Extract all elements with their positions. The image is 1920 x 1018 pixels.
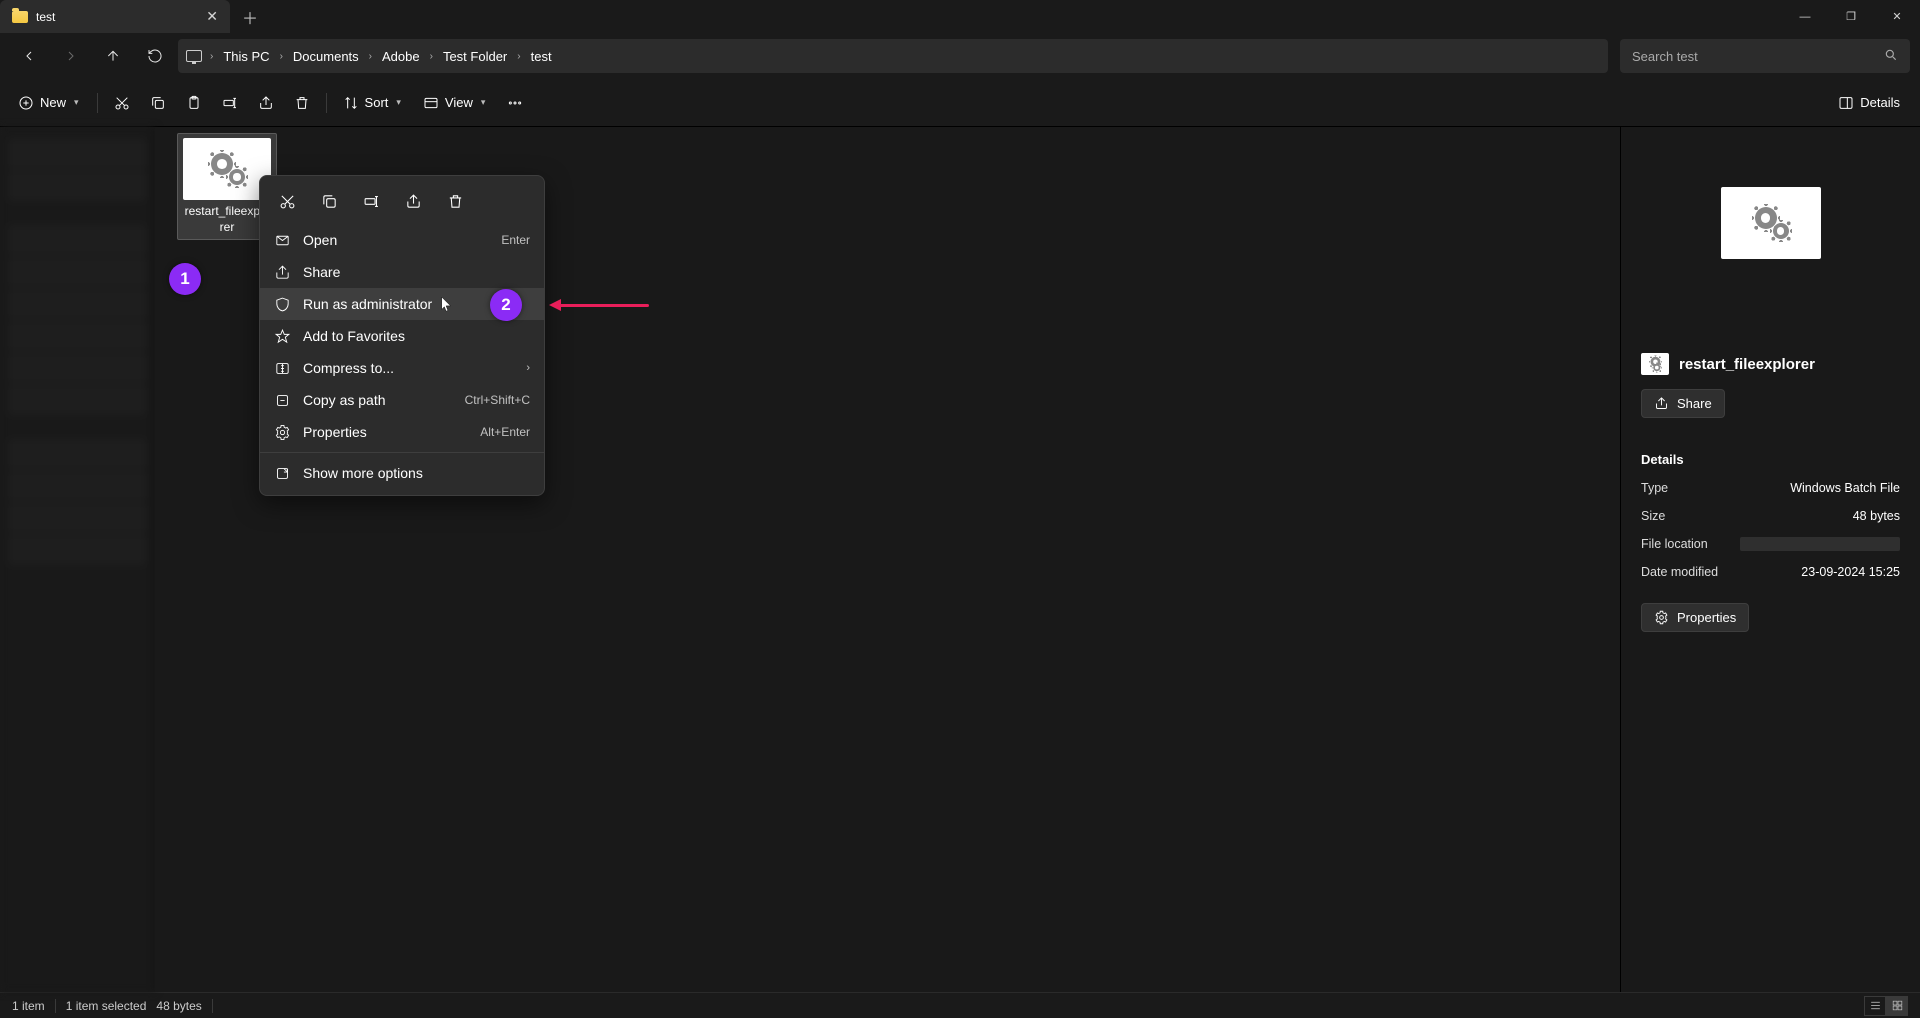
- details-toggle-button[interactable]: Details: [1830, 86, 1910, 120]
- details-preview-thumbnail: [1721, 187, 1821, 259]
- title-bar: test ✕ ＋ — ❐ ✕: [0, 0, 1920, 33]
- view-mode-toggle: [1864, 996, 1908, 1016]
- details-row-location: File location: [1641, 537, 1900, 551]
- details-mini-icon: [1641, 353, 1669, 375]
- chevron-down-icon: ▾: [396, 97, 401, 108]
- open-icon: [274, 232, 291, 249]
- breadcrumb-this-pc[interactable]: This PC: [217, 49, 275, 64]
- ctx-add-favorites[interactable]: Add to Favorites: [260, 320, 544, 352]
- view-grid-button[interactable]: [1886, 996, 1908, 1016]
- view-button[interactable]: View ▾: [415, 86, 495, 120]
- breadcrumb-test-folder[interactable]: Test Folder: [437, 49, 513, 64]
- details-row-type: TypeWindows Batch File: [1641, 481, 1900, 495]
- star-icon: [274, 328, 291, 345]
- search-box[interactable]: Search test: [1620, 39, 1910, 73]
- more-icon: [274, 465, 291, 482]
- search-placeholder: Search test: [1632, 49, 1698, 64]
- more-button[interactable]: [499, 86, 531, 120]
- share-button[interactable]: [250, 86, 282, 120]
- details-file-title: restart_fileexplorer: [1641, 353, 1900, 375]
- tab-label: test: [36, 10, 198, 24]
- breadcrumb-adobe[interactable]: Adobe: [376, 49, 426, 64]
- details-section-header: Details: [1641, 452, 1900, 467]
- view-list-button[interactable]: [1864, 996, 1886, 1016]
- ctx-properties[interactable]: Properties Alt+Enter: [260, 416, 544, 448]
- shield-icon: [274, 296, 291, 313]
- ctx-delete-button[interactable]: [438, 186, 472, 216]
- navigation-bar: › This PC › Documents › Adobe › Test Fol…: [0, 33, 1920, 79]
- chevron-right-icon: ›: [526, 362, 530, 374]
- copy-path-icon: [274, 392, 291, 409]
- back-button[interactable]: [10, 39, 48, 73]
- search-icon: [1884, 48, 1898, 65]
- details-properties-button[interactable]: Properties: [1641, 603, 1749, 632]
- share-icon: [274, 264, 291, 281]
- details-row-size: Size48 bytes: [1641, 509, 1900, 523]
- forward-button[interactable]: [52, 39, 90, 73]
- breadcrumb-documents[interactable]: Documents: [287, 49, 365, 64]
- chevron-down-icon: ▾: [481, 97, 486, 108]
- redacted-path: [1740, 537, 1900, 551]
- ctx-copy-path[interactable]: Copy as path Ctrl+Shift+C: [260, 384, 544, 416]
- ctx-share-button[interactable]: [396, 186, 430, 216]
- details-pane: restart_fileexplorer Share Details TypeW…: [1620, 127, 1920, 992]
- annotation-arrow: [557, 304, 649, 307]
- rename-button[interactable]: [214, 86, 246, 120]
- tab-close-button[interactable]: ✕: [206, 8, 218, 25]
- cursor-pointer-icon: [441, 297, 453, 318]
- zip-icon: [274, 360, 291, 377]
- details-row-modified: Date modified23-09-2024 15:25: [1641, 565, 1900, 579]
- pc-icon: [186, 50, 202, 62]
- status-selected: 1 item selected: [66, 999, 147, 1013]
- paste-button[interactable]: [178, 86, 210, 120]
- window-tab[interactable]: test ✕: [0, 0, 230, 33]
- context-quick-actions: [260, 182, 544, 224]
- cut-button[interactable]: [106, 86, 138, 120]
- sort-button[interactable]: Sort ▾: [335, 86, 411, 120]
- ctx-copy-button[interactable]: [312, 186, 346, 216]
- new-button[interactable]: New ▾: [10, 86, 89, 120]
- folder-icon: [12, 11, 28, 23]
- annotation-badge-1: 1: [169, 263, 201, 295]
- chevron-down-icon: ▾: [74, 97, 79, 108]
- delete-button[interactable]: [286, 86, 318, 120]
- status-size: 48 bytes: [156, 999, 201, 1013]
- refresh-button[interactable]: [136, 39, 174, 73]
- main-area: restart_fileexplorer 1 Open Enter Share: [0, 127, 1920, 992]
- up-button[interactable]: [94, 39, 132, 73]
- close-window-button[interactable]: ✕: [1874, 0, 1920, 33]
- properties-icon: [274, 424, 291, 441]
- window-controls: — ❐ ✕: [1782, 0, 1920, 33]
- ctx-rename-button[interactable]: [354, 186, 388, 216]
- minimize-button[interactable]: —: [1782, 0, 1828, 33]
- navigation-sidebar[interactable]: [0, 127, 155, 992]
- maximize-button[interactable]: ❐: [1828, 0, 1874, 33]
- copy-button[interactable]: [142, 86, 174, 120]
- ctx-cut-button[interactable]: [270, 186, 304, 216]
- command-toolbar: New ▾ Sort ▾ View ▾ Details: [0, 79, 1920, 127]
- status-item-count: 1 item: [12, 999, 45, 1013]
- details-share-button[interactable]: Share: [1641, 389, 1725, 418]
- ctx-share[interactable]: Share: [260, 256, 544, 288]
- breadcrumb-current[interactable]: test: [525, 49, 1600, 64]
- file-thumbnail: [183, 138, 271, 200]
- annotation-badge-2: 2: [490, 289, 522, 321]
- file-list[interactable]: restart_fileexplorer 1 Open Enter Share: [155, 127, 1620, 992]
- context-menu: Open Enter Share Run as administrator Ad…: [259, 175, 545, 496]
- status-bar: 1 item 1 item selected 48 bytes: [0, 992, 1920, 1018]
- ctx-open[interactable]: Open Enter: [260, 224, 544, 256]
- ctx-show-more[interactable]: Show more options: [260, 457, 544, 489]
- new-tab-button[interactable]: ＋: [230, 0, 270, 33]
- address-bar[interactable]: › This PC › Documents › Adobe › Test Fol…: [178, 39, 1608, 73]
- ctx-compress[interactable]: Compress to... ›: [260, 352, 544, 384]
